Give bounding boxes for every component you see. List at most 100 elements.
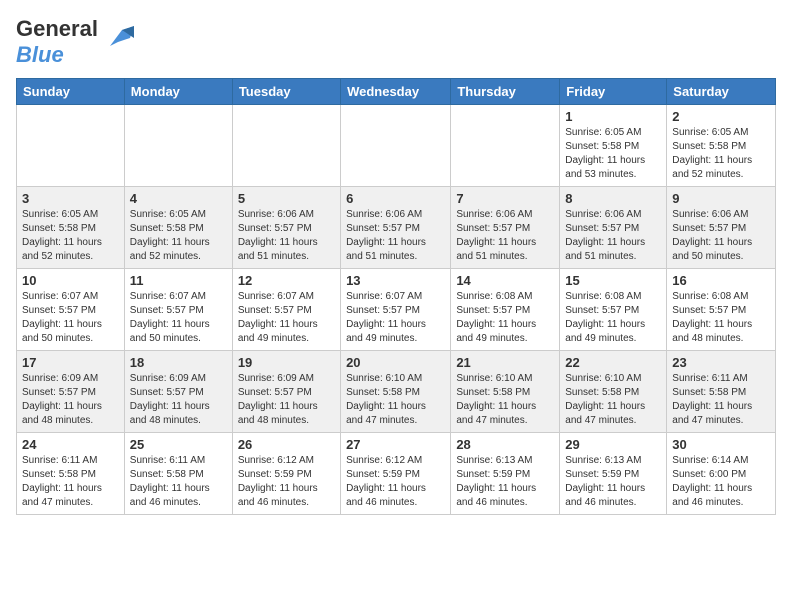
calendar-cell: 18 Sunrise: 6:09 AM Sunset: 5:57 PM Dayli… [124,351,232,433]
calendar-cell: 22 Sunrise: 6:10 AM Sunset: 5:58 PM Dayli… [560,351,667,433]
calendar-cell [124,105,232,187]
calendar-cell: 29Sunrise: 6:13 AM Sunset: 5:59 PM Dayli… [560,433,667,515]
calendar-cell: 8 Sunrise: 6:06 AM Sunset: 5:57 PM Daylig… [560,187,667,269]
day-number: 15 [565,273,661,288]
day-number: 20 [346,355,445,370]
day-number: 25 [130,437,227,452]
day-info: Sunrise: 6:06 AM Sunset: 5:57 PM Dayligh… [456,208,554,264]
calendar-cell: 4 Sunrise: 6:05 AM Sunset: 5:58 PM Daylig… [124,187,232,269]
calendar-cell: 30 Sunrise: 6:14 AM Sunset: 6:00 PM Dayli… [667,433,776,515]
day-info: Sunrise: 6:05 AM Sunset: 5:58 PM Dayligh… [130,208,227,264]
page-header: General Blue [16,16,776,68]
weekday-header-sunday: Sunday [17,79,125,105]
weekday-header-tuesday: Tuesday [232,79,340,105]
calendar-cell: 1 Sunrise: 6:05 AM Sunset: 5:58 PM Daylig… [560,105,667,187]
calendar-cell: 17 Sunrise: 6:09 AM Sunset: 5:57 PM Dayli… [17,351,125,433]
day-number: 18 [130,355,227,370]
logo: General Blue [16,16,134,68]
calendar-cell: 16Sunrise: 6:08 AM Sunset: 5:57 PM Dayli… [667,269,776,351]
calendar-cell: 10 Sunrise: 6:07 AM Sunset: 5:57 PM Dayli… [17,269,125,351]
day-info: Sunrise: 6:08 AM Sunset: 5:57 PM Dayligh… [456,290,554,346]
calendar-cell: 9 Sunrise: 6:06 AM Sunset: 5:57 PM Daylig… [667,187,776,269]
weekday-header-thursday: Thursday [451,79,560,105]
calendar-cell [451,105,560,187]
calendar-cell [341,105,451,187]
day-number: 2 [672,109,770,124]
day-info: Sunrise: 6:05 AM Sunset: 5:58 PM Dayligh… [565,126,661,182]
calendar-cell: 26 Sunrise: 6:12 AM Sunset: 5:59 PM Dayli… [232,433,340,515]
day-info: Sunrise: 6:05 AM Sunset: 5:58 PM Dayligh… [22,208,119,264]
weekday-header-friday: Friday [560,79,667,105]
day-info: Sunrise: 6:11 AM Sunset: 5:58 PM Dayligh… [130,454,227,510]
day-number: 23 [672,355,770,370]
calendar-cell: 2 Sunrise: 6:05 AM Sunset: 5:58 PM Daylig… [667,105,776,187]
calendar-cell: 21 Sunrise: 6:10 AM Sunset: 5:58 PM Dayli… [451,351,560,433]
calendar-cell: 20 Sunrise: 6:10 AM Sunset: 5:58 PM Dayli… [341,351,451,433]
calendar-cell: 24 Sunrise: 6:11 AM Sunset: 5:58 PM Dayli… [17,433,125,515]
day-number: 27 [346,437,445,452]
day-number: 4 [130,191,227,206]
calendar-cell: 7 Sunrise: 6:06 AM Sunset: 5:57 PM Daylig… [451,187,560,269]
day-number: 11 [130,273,227,288]
day-number: 6 [346,191,445,206]
day-info: Sunrise: 6:08 AM Sunset: 5:57 PM Dayligh… [565,290,661,346]
day-info: Sunrise: 6:10 AM Sunset: 5:58 PM Dayligh… [346,372,445,428]
day-number: 19 [238,355,335,370]
calendar-cell: 3Sunrise: 6:05 AM Sunset: 5:58 PM Daylig… [17,187,125,269]
day-number: 12 [238,273,335,288]
day-number: 30 [672,437,770,452]
day-number: 17 [22,355,119,370]
day-number: 29 [565,437,661,452]
weekday-header-wednesday: Wednesday [341,79,451,105]
day-number: 9 [672,191,770,206]
day-info: Sunrise: 6:07 AM Sunset: 5:57 PM Dayligh… [22,290,119,346]
weekday-header-row: SundayMondayTuesdayWednesdayThursdayFrid… [17,79,776,105]
calendar-table: SundayMondayTuesdayWednesdayThursdayFrid… [16,78,776,515]
day-number: 26 [238,437,335,452]
day-info: Sunrise: 6:06 AM Sunset: 5:57 PM Dayligh… [672,208,770,264]
day-number: 24 [22,437,119,452]
day-info: Sunrise: 6:09 AM Sunset: 5:57 PM Dayligh… [22,372,119,428]
day-info: Sunrise: 6:07 AM Sunset: 5:57 PM Dayligh… [238,290,335,346]
calendar-cell [17,105,125,187]
day-number: 14 [456,273,554,288]
day-info: Sunrise: 6:06 AM Sunset: 5:57 PM Dayligh… [346,208,445,264]
day-info: Sunrise: 6:05 AM Sunset: 5:58 PM Dayligh… [672,126,770,182]
week-row-1: 1 Sunrise: 6:05 AM Sunset: 5:58 PM Daylig… [17,105,776,187]
calendar-cell: 28Sunrise: 6:13 AM Sunset: 5:59 PM Dayli… [451,433,560,515]
day-number: 16 [672,273,770,288]
weekday-header-saturday: Saturday [667,79,776,105]
day-number: 10 [22,273,119,288]
day-info: Sunrise: 6:07 AM Sunset: 5:57 PM Dayligh… [130,290,227,346]
logo-icon [102,22,134,54]
week-row-5: 24 Sunrise: 6:11 AM Sunset: 5:58 PM Dayli… [17,433,776,515]
calendar-cell: 15 Sunrise: 6:08 AM Sunset: 5:57 PM Dayli… [560,269,667,351]
day-info: Sunrise: 6:10 AM Sunset: 5:58 PM Dayligh… [456,372,554,428]
day-info: Sunrise: 6:10 AM Sunset: 5:58 PM Dayligh… [565,372,661,428]
day-number: 13 [346,273,445,288]
day-number: 7 [456,191,554,206]
calendar-cell: 11 Sunrise: 6:07 AM Sunset: 5:57 PM Dayli… [124,269,232,351]
day-info: Sunrise: 6:12 AM Sunset: 5:59 PM Dayligh… [238,454,335,510]
day-number: 8 [565,191,661,206]
day-number: 1 [565,109,661,124]
day-number: 28 [456,437,554,452]
day-info: Sunrise: 6:11 AM Sunset: 5:58 PM Dayligh… [22,454,119,510]
day-info: Sunrise: 6:06 AM Sunset: 5:57 PM Dayligh… [238,208,335,264]
day-number: 21 [456,355,554,370]
day-info: Sunrise: 6:06 AM Sunset: 5:57 PM Dayligh… [565,208,661,264]
calendar-cell: 5Sunrise: 6:06 AM Sunset: 5:57 PM Daylig… [232,187,340,269]
day-number: 22 [565,355,661,370]
calendar-cell: 23 Sunrise: 6:11 AM Sunset: 5:58 PM Dayli… [667,351,776,433]
day-info: Sunrise: 6:09 AM Sunset: 5:57 PM Dayligh… [130,372,227,428]
week-row-4: 17 Sunrise: 6:09 AM Sunset: 5:57 PM Dayli… [17,351,776,433]
calendar-cell: 25 Sunrise: 6:11 AM Sunset: 5:58 PM Dayli… [124,433,232,515]
day-info: Sunrise: 6:11 AM Sunset: 5:58 PM Dayligh… [672,372,770,428]
calendar-cell: 12 Sunrise: 6:07 AM Sunset: 5:57 PM Dayli… [232,269,340,351]
calendar-cell: 27 Sunrise: 6:12 AM Sunset: 5:59 PM Dayli… [341,433,451,515]
logo-text: General Blue [16,16,98,68]
day-info: Sunrise: 6:12 AM Sunset: 5:59 PM Dayligh… [346,454,445,510]
calendar-cell: 6 Sunrise: 6:06 AM Sunset: 5:57 PM Daylig… [341,187,451,269]
day-info: Sunrise: 6:14 AM Sunset: 6:00 PM Dayligh… [672,454,770,510]
day-info: Sunrise: 6:07 AM Sunset: 5:57 PM Dayligh… [346,290,445,346]
